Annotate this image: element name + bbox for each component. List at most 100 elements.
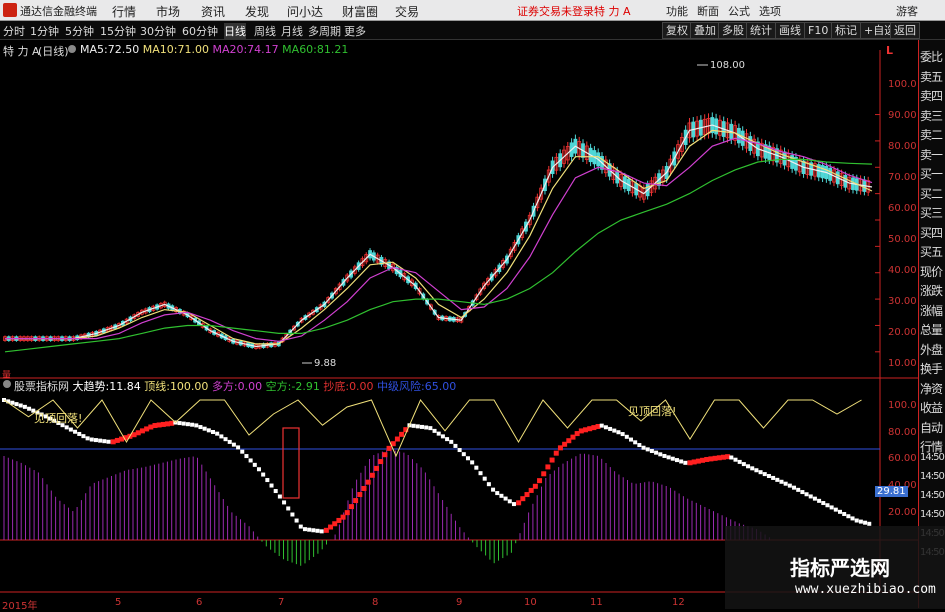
trend-dot-155 bbox=[649, 449, 654, 454]
menu-item-options[interactable]: 选项 bbox=[759, 3, 781, 19]
trend-dot-47 bbox=[198, 425, 203, 430]
statistics-button[interactable]: 统计 bbox=[746, 22, 776, 39]
trend-dot-81 bbox=[340, 514, 346, 520]
mark-button[interactable]: 标记 bbox=[831, 22, 861, 39]
kline-chart[interactable]: 108.00 9.88 L bbox=[0, 40, 918, 609]
ind-tick-60: 60.00 bbox=[888, 453, 917, 464]
y-tick-80: 80.00 bbox=[888, 141, 917, 152]
trend-dot-184 bbox=[771, 475, 776, 480]
bottom-field: 抄底:0.00 bbox=[323, 380, 374, 393]
tab-daily[interactable]: 日线 bbox=[224, 23, 246, 39]
trend-dot-83 bbox=[348, 504, 354, 510]
trend-dot-67 bbox=[282, 500, 287, 505]
trend-dot-153 bbox=[641, 445, 646, 450]
tab-1min[interactable]: 1分钟 bbox=[30, 23, 59, 39]
menu-item-section[interactable]: 断面 bbox=[697, 3, 719, 19]
trend-dot-206 bbox=[863, 520, 868, 525]
tab-weekly[interactable]: 周线 bbox=[254, 23, 276, 39]
menu-item-wealth[interactable]: 财富圈 bbox=[342, 3, 378, 20]
trend-dot-85 bbox=[357, 492, 363, 498]
trend-dot-16 bbox=[68, 427, 73, 432]
trend-dot-65 bbox=[273, 489, 278, 494]
trend-dot-50 bbox=[211, 429, 215, 434]
trend-dot-75 bbox=[315, 528, 320, 533]
restore-rights-button[interactable]: 复权 bbox=[662, 22, 692, 39]
tab-intraday[interactable]: 分时 bbox=[3, 23, 25, 39]
ma-line-ma10 bbox=[5, 129, 873, 345]
trend-dot-112 bbox=[470, 460, 475, 465]
trend-dot-103 bbox=[432, 428, 437, 433]
watermark-url: www.xuezhibiao.com bbox=[795, 582, 936, 597]
trend-dot-191 bbox=[800, 490, 805, 495]
trend-dot-5 bbox=[22, 404, 27, 409]
trend-dot-84 bbox=[353, 498, 359, 504]
trend-dot-174 bbox=[729, 455, 734, 460]
trend-dot-146 bbox=[612, 428, 617, 433]
trend-dot-66 bbox=[277, 494, 282, 499]
tab-monthly[interactable]: 月线 bbox=[281, 23, 303, 39]
ma-lines bbox=[4, 124, 873, 353]
tab-60min[interactable]: 60分钟 bbox=[182, 23, 218, 39]
f10-button[interactable]: F10 bbox=[804, 22, 833, 39]
trend-dot-118 bbox=[495, 491, 500, 496]
menu-item-function[interactable]: 功能 bbox=[666, 3, 688, 19]
back-button[interactable]: 返回 bbox=[890, 22, 920, 39]
trend-dot-99 bbox=[415, 424, 420, 429]
trend-dot-188 bbox=[787, 483, 792, 488]
multi-stock-button[interactable]: 多股 bbox=[718, 22, 748, 39]
trend-dot-158 bbox=[662, 453, 667, 458]
login-status[interactable]: 证券交易未登录 bbox=[517, 3, 594, 19]
trend-dot-156 bbox=[654, 450, 659, 455]
menu-item-news[interactable]: 资讯 bbox=[201, 3, 225, 20]
trend-dot-111 bbox=[465, 456, 470, 461]
menu-item-xiaoda[interactable]: 问小达 bbox=[287, 3, 323, 20]
menu-item-hq[interactable]: 行情 bbox=[112, 3, 136, 20]
tab-more[interactable]: 更多 bbox=[344, 23, 366, 39]
quote-item-17: 净资 bbox=[920, 381, 943, 396]
overlay-button[interactable]: 叠加 bbox=[690, 22, 720, 39]
trend-dot-151 bbox=[633, 440, 638, 445]
trend-dot-131 bbox=[549, 457, 555, 463]
quote-item-6: 买一 bbox=[920, 167, 943, 181]
trend-dot-148 bbox=[620, 432, 625, 437]
trend-dot-4 bbox=[18, 403, 23, 408]
tab-5min[interactable]: 5分钟 bbox=[65, 23, 94, 39]
x-label-6: 6 bbox=[196, 597, 203, 608]
draw-line-button[interactable]: 画线 bbox=[775, 22, 805, 39]
trend-dot-185 bbox=[775, 477, 780, 482]
y-tick-90: 90.00 bbox=[888, 110, 917, 121]
trend-dot-94 bbox=[394, 436, 400, 442]
trend-dot-86 bbox=[361, 485, 367, 491]
menu-item-formula[interactable]: 公式 bbox=[728, 3, 750, 19]
main-grid bbox=[875, 114, 880, 353]
quote-item-9: 买四 bbox=[920, 225, 943, 240]
trend-dot-3 bbox=[14, 402, 19, 407]
trend-dot-187 bbox=[783, 481, 788, 486]
tab-multi-period[interactable]: 多周期 bbox=[308, 23, 341, 39]
trend-dot-19 bbox=[81, 434, 86, 439]
menu-item-trade[interactable]: 交易 bbox=[395, 3, 419, 20]
user-guest[interactable]: 游客 bbox=[896, 3, 918, 19]
tab-15min[interactable]: 15分钟 bbox=[100, 23, 136, 39]
menu-item-discover[interactable]: 发现 bbox=[245, 3, 269, 20]
indicator-settings-icon[interactable] bbox=[3, 380, 11, 388]
tab-30min[interactable]: 30分钟 bbox=[140, 23, 176, 39]
y-tick-60: 60.00 bbox=[888, 203, 917, 214]
menu-item-market[interactable]: 市场 bbox=[156, 3, 180, 20]
trend-dot-106 bbox=[445, 437, 450, 442]
ind-tick-80: 80.00 bbox=[888, 427, 917, 438]
trend-dot-182 bbox=[762, 472, 767, 477]
trend-dot-120 bbox=[503, 496, 508, 501]
x-label-10: 10 bbox=[524, 597, 537, 608]
trend-dot-105 bbox=[440, 434, 445, 439]
quote-item-0: 委比 bbox=[920, 50, 943, 64]
trend-dot-180 bbox=[754, 468, 759, 473]
bull-field: 多方:0.00 bbox=[211, 380, 263, 393]
trend-dot-183 bbox=[766, 474, 771, 479]
trend-dot-195 bbox=[817, 498, 822, 503]
indicator-name: 股票指标网 bbox=[14, 380, 69, 393]
current-indicator-badge: 29.81 bbox=[875, 486, 908, 497]
trend-dot-117 bbox=[491, 487, 496, 492]
topline-curve bbox=[3, 399, 862, 458]
trend-dot-89 bbox=[374, 465, 380, 471]
